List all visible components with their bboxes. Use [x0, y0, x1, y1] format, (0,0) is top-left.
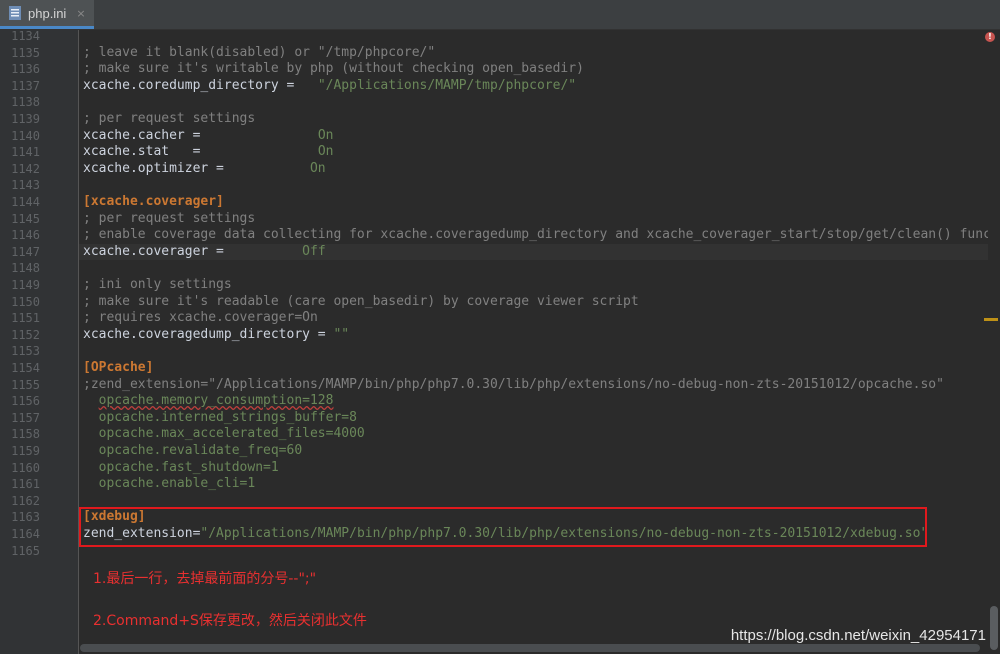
highlight-box-xdebug [79, 507, 927, 547]
line-number: 1161 [11, 477, 40, 492]
line-number: 1152 [11, 327, 40, 342]
code-line: [OPcache] [83, 360, 154, 375]
line-number: 1163 [11, 510, 40, 525]
code-line: opcache.memory_consumption=128 [98, 393, 334, 409]
editor-tab-bar: php.ini × [0, 0, 1000, 30]
code-line: ; ini only settings [83, 277, 232, 292]
code-line: xcache.coverager = Off [83, 243, 326, 259]
line-number: 1159 [11, 444, 40, 458]
annotation-note-2: 2.Command+S保存更改，然后关闭此文件 [93, 613, 367, 629]
code-line: xcache.cacher = On [83, 127, 334, 143]
line-number: 1138 [11, 95, 40, 110]
code-line: xcache.coredump_directory = "/Applicatio… [83, 77, 577, 93]
line-number: 1141 [11, 145, 40, 160]
line-number: 1135 [11, 45, 40, 60]
watermark: https://blog.csdn.net/weixin_42954171 [730, 627, 986, 644]
code-line: ; per request settings [83, 111, 256, 126]
code-line: ; make sure it's readable (care open_bas… [83, 293, 639, 309]
code-line: opcache.revalidate_freq=60 [98, 443, 303, 458]
error-indicator-icon[interactable]: ! [985, 32, 995, 42]
horizontal-scrollbar[interactable] [80, 644, 980, 652]
code-line: ; make sure it's writable by php (withou… [83, 61, 584, 77]
line-number: 1145 [11, 211, 40, 226]
line-number: 1142 [11, 161, 40, 176]
code-line: opcache.max_accelerated_files=4000 [98, 426, 365, 442]
line-number: 1156 [11, 394, 40, 409]
line-number: 1136 [11, 62, 40, 77]
ini-file-icon [9, 6, 21, 20]
line-number: 1165 [11, 543, 40, 558]
line-number: 1149 [11, 278, 40, 292]
line-number: 1151 [11, 311, 40, 326]
line-number: 1140 [11, 128, 40, 143]
code-line: opcache.enable_cli=1 [98, 476, 256, 492]
code-line: ; enable coverage data collecting for xc… [83, 227, 988, 243]
line-number: 1160 [11, 460, 40, 475]
line-number: 1144 [11, 195, 40, 209]
code-line: opcache.fast_shutdown=1 [98, 459, 279, 475]
annotation-note-1: 1.最后一行，去掉最前面的分号--";" [93, 571, 317, 587]
close-icon[interactable]: × [76, 7, 85, 20]
line-number: 1155 [11, 377, 40, 392]
line-number: 1158 [11, 427, 40, 442]
code-line: opcache.interned_strings_buffer=8 [98, 409, 357, 425]
code-area[interactable]: ; leave it blank(disabled) or "/tmp/phpc… [79, 30, 988, 654]
line-number: 1146 [11, 228, 40, 243]
warning-scroll-marker[interactable] [984, 318, 998, 321]
line-number: 1150 [11, 294, 40, 309]
code-line: ;zend_extension="/Applications/MAMP/bin/… [83, 376, 944, 392]
line-number-gutter: 1134 1135 1136 1137 1138 1139 1140 1141 … [0, 29, 79, 654]
line-number: 1143 [11, 178, 40, 193]
code-line: ; leave it blank(disabled) or "/tmp/phpc… [83, 44, 436, 60]
line-number: 1137 [11, 78, 40, 93]
tab-filename: php.ini [28, 5, 67, 21]
vertical-scrollbar[interactable] [990, 606, 998, 650]
line-number: 1157 [11, 410, 40, 425]
code-line: ; requires xcache.coverager=On [83, 310, 318, 326]
code-line: xcache.stat = On [83, 144, 334, 160]
line-number: 1154 [11, 361, 40, 375]
line-number: 1148 [11, 261, 40, 276]
line-number: 1139 [11, 112, 40, 126]
tab-php-ini[interactable]: php.ini × [0, 0, 94, 29]
line-number: 1153 [11, 344, 40, 359]
code-line: ; per request settings [83, 210, 256, 226]
code-line: xcache.coveragedump_directory = "" [83, 326, 350, 342]
line-number: 1134 [11, 29, 40, 43]
line-number: 1164 [11, 527, 40, 541]
code-line: [xcache.coverager] [83, 194, 224, 209]
code-editor[interactable]: 1134 1135 1136 1137 1138 1139 1140 1141 … [0, 29, 1000, 654]
line-number: 1162 [11, 493, 40, 508]
code-line: xcache.optimizer = On [83, 160, 326, 176]
line-number: 1147 [11, 244, 40, 259]
